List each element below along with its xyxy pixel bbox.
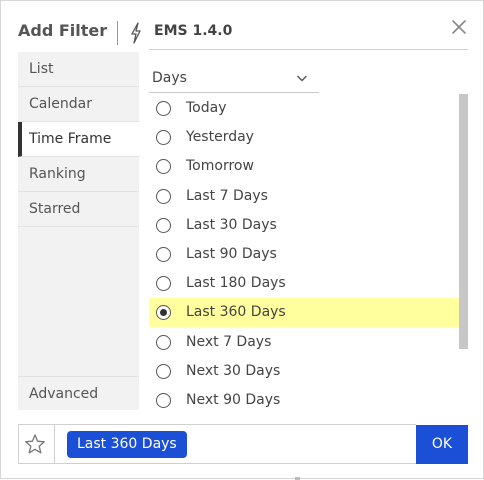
option-label: Last 90 Days (186, 246, 277, 262)
time-unit-value: Days (152, 70, 187, 86)
app-version-label: EMS 1.4.0 (154, 23, 233, 39)
option-label: Yesterday (186, 129, 254, 145)
filter-type-sidebar: List Calendar Time Frame Ranking Starred… (18, 52, 139, 410)
radio-button[interactable] (156, 218, 171, 233)
option-label: Last 30 Days (186, 217, 277, 233)
ok-button[interactable]: OK (416, 425, 468, 464)
sidebar-item-time-frame[interactable]: Time Frame (18, 122, 139, 157)
title-divider (117, 21, 118, 45)
radio-button[interactable] (156, 276, 171, 291)
option-label: Today (186, 100, 227, 116)
radio-button[interactable] (156, 364, 171, 379)
footer-bottom-divider (18, 463, 416, 464)
option-next-90-days[interactable]: Next 90 Days (149, 386, 459, 410)
radio-button[interactable] (156, 101, 171, 116)
dialog-title: Add Filter (18, 21, 108, 40)
radio-button[interactable] (156, 159, 171, 174)
sidebar-item-advanced[interactable]: Advanced (18, 376, 139, 410)
star-icon[interactable] (24, 433, 46, 455)
sidebar-item-starred[interactable]: Starred (18, 192, 139, 227)
radio-button[interactable] (156, 335, 171, 350)
option-last-180-days[interactable]: Last 180 Days (149, 269, 459, 298)
option-label: Next 30 Days (186, 363, 281, 379)
option-next-30-days[interactable]: Next 30 Days (149, 357, 459, 386)
option-label: Last 360 Days (186, 304, 286, 320)
radio-button[interactable] (156, 189, 171, 204)
chevron-down-icon (297, 75, 307, 82)
option-today[interactable]: Today (149, 94, 459, 123)
time-frame-options: Today Yesterday Tomorrow Last 7 Days Las… (149, 94, 459, 410)
option-label: Last 180 Days (186, 275, 286, 291)
option-last-30-days[interactable]: Last 30 Days (149, 211, 459, 240)
option-label: Last 7 Days (186, 188, 268, 204)
option-tomorrow[interactable]: Tomorrow (149, 152, 459, 181)
option-label: Next 90 Days (186, 392, 281, 408)
footer-left-divider (18, 424, 19, 464)
options-scrollbar[interactable] (459, 94, 468, 349)
footer-separator (54, 424, 55, 464)
time-unit-select[interactable]: Days (149, 65, 319, 93)
option-last-7-days[interactable]: Last 7 Days (149, 182, 459, 211)
option-last-360-days[interactable]: Last 360 Days (149, 298, 459, 327)
radio-button[interactable] (156, 130, 171, 145)
add-filter-dialog: Add Filter EMS 1.4.0 List Calendar Time … (0, 0, 484, 480)
radio-button[interactable] (156, 393, 171, 408)
sidebar-item-list[interactable]: List (18, 52, 139, 87)
radio-dot (159, 308, 167, 316)
option-yesterday[interactable]: Yesterday (149, 123, 459, 152)
option-next-7-days[interactable]: Next 7 Days (149, 328, 459, 357)
option-label: Tomorrow (186, 158, 254, 174)
close-icon[interactable] (449, 17, 469, 37)
header-divider (149, 49, 468, 50)
footer-top-divider (18, 424, 416, 425)
sidebar-item-ranking[interactable]: Ranking (18, 157, 139, 192)
bolt-icon (131, 22, 141, 44)
radio-button[interactable] (156, 247, 171, 262)
sidebar-item-calendar[interactable]: Calendar (18, 87, 139, 122)
option-label: Next 7 Days (186, 334, 272, 350)
radio-button-selected[interactable] (156, 305, 171, 320)
selected-filter-chip[interactable]: Last 360 Days (67, 431, 187, 458)
option-last-90-days[interactable]: Last 90 Days (149, 240, 459, 269)
